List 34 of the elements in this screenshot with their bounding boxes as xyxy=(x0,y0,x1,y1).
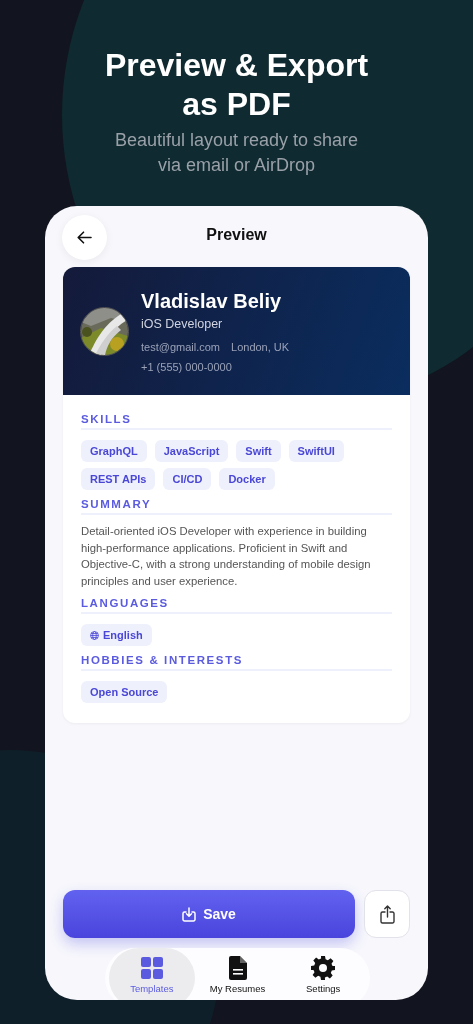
download-icon xyxy=(182,906,197,922)
settings-icon xyxy=(311,956,336,980)
skill-tag: SwiftUI xyxy=(288,440,344,462)
location-text: London, UK xyxy=(231,341,290,353)
summary-text: Detail-oriented iOS Developer with experience in building high-performance applications. Proficient in Swift and Objective-C, with a strong understanding of mobile design principles and user experience. xyxy=(81,524,372,589)
phone-text: +1 (555) 000-0000 xyxy=(141,361,233,373)
language-tag: English xyxy=(81,624,152,646)
skill-tag: CI/CD xyxy=(163,468,212,490)
screen-title: Preview xyxy=(206,226,267,243)
tab-item[interactable]: Templates xyxy=(109,948,195,1000)
back-arrow-icon xyxy=(77,230,92,244)
share-icon xyxy=(379,904,395,924)
skill-tag: Swift xyxy=(236,440,281,462)
skill-tag: JavaScript xyxy=(154,440,229,462)
section-heading: SUMMARY xyxy=(81,498,392,515)
skill-tag: Open Source xyxy=(81,681,168,703)
globe-icon xyxy=(90,630,99,640)
email-text: test@gmail.com xyxy=(141,341,221,353)
document-icon xyxy=(228,956,247,980)
hero-title: Preview & Export as PDF xyxy=(103,46,370,124)
grid-icon xyxy=(139,956,164,980)
section-heading: LANGUAGES xyxy=(81,597,392,614)
share-button[interactable] xyxy=(364,890,410,938)
skill-tag: Docker xyxy=(219,468,275,490)
section-heading: HOBBIES & INTERESTS xyxy=(81,654,392,671)
tab-item[interactable]: Settings xyxy=(280,948,366,1000)
skill-tag: REST APIs xyxy=(81,468,156,490)
job-title: iOS Developer xyxy=(141,317,224,331)
skill-tag: GraphQL xyxy=(81,440,147,462)
save-button[interactable]: Save xyxy=(63,890,355,938)
section-heading: SKILLS xyxy=(81,413,392,430)
tab-item[interactable]: My Resumes xyxy=(194,948,281,1000)
person-name: Vladislav Beliy xyxy=(141,289,283,313)
hero-subtitle: Beautiful layout ready to share via email or AirDrop xyxy=(113,129,360,177)
